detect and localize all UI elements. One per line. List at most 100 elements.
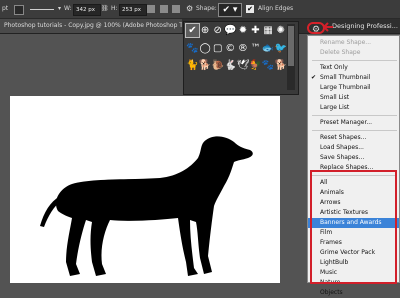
copyright-icon[interactable]: © (224, 42, 237, 55)
fish-icon[interactable]: 🐟 (262, 42, 275, 55)
scrollbar-thumb[interactable] (288, 26, 294, 66)
stroke-type-line[interactable] (30, 9, 54, 10)
bird-3-icon[interactable]: 🐓 (249, 59, 262, 72)
dog-2-icon[interactable]: 🐕 (274, 59, 287, 72)
no-symbol-icon[interactable]: ⊘ (211, 24, 224, 37)
menu-item-small-list[interactable]: Small List (308, 93, 399, 103)
menu-item-reset-shapes[interactable]: Reset Shapes... (308, 133, 399, 143)
menu-item-load-shapes[interactable]: Load Shapes... (308, 143, 399, 153)
document-tab[interactable]: Photoshop tutorials - Copy.jpg @ 100% (A… (0, 19, 182, 33)
menu-item-preset-manager[interactable]: Preset Manager... (308, 118, 399, 128)
menu-item-label: Animals (320, 189, 344, 196)
menu-item-grime-vector-pack[interactable]: Grime Vector Pack (308, 248, 399, 258)
star-burst-icon[interactable]: ✹ (236, 24, 249, 37)
menu-item-label: Banners and Awards (320, 219, 382, 226)
square-frame-icon[interactable]: ▢ (211, 42, 224, 55)
menu-item-label: Frames (320, 239, 342, 246)
trademark-icon[interactable]: ™ (249, 42, 262, 55)
menu-item-film[interactable]: Film (308, 228, 399, 238)
menu-item-text-only[interactable]: Text Only (308, 63, 399, 73)
workspace-label[interactable]: Designing Professi... (332, 19, 398, 33)
bird-icon[interactable]: 🐦 (274, 42, 287, 55)
circle-frame-icon[interactable]: ◯ (199, 42, 212, 55)
menu-item-arrows[interactable]: Arrows (308, 198, 399, 208)
menu-item-label: Music (320, 269, 338, 276)
stroke-unit[interactable]: pt (2, 4, 8, 14)
chevron-down-icon[interactable]: ▾ (58, 4, 61, 14)
menu-item-lightbulb[interactable]: LightBulb (308, 258, 399, 268)
shape-picker-menu: Rename Shape... Delete Shape Text Only ✔ Sma… (307, 35, 400, 296)
menu-item-label: Save Shapes... (320, 154, 365, 161)
path-alignment-icon[interactable] (160, 5, 168, 13)
menu-item-label: Replace Shapes... (320, 164, 374, 171)
grid-icon[interactable]: ▦ (262, 24, 275, 37)
align-edges-checkbox[interactable]: ✔ (246, 5, 254, 13)
menu-item-all[interactable]: All (308, 178, 399, 188)
star-burst-2-icon[interactable]: ✺ (274, 24, 287, 37)
shape-label: Shape: (196, 5, 217, 12)
shape-preview-button[interactable]: ✔ ▾ (218, 3, 242, 17)
menu-item-label: Objects (320, 289, 343, 296)
menu-item-label: Load Shapes... (320, 144, 364, 151)
options-bar: pt ▾ W: 342 px ⛓ H: 253 px ⚙ Shape: ✔ ▾ … (0, 0, 400, 19)
menu-item-artistic-textures[interactable]: Artistic Textures (308, 208, 399, 218)
menu-item-rename-shape: Rename Shape... (308, 38, 399, 48)
red-arrow-annotation (323, 22, 333, 32)
width-field[interactable]: 342 px (73, 4, 101, 16)
custom-shape-picker: ✔ ⊕ ⊘ 💬 ✹ ✚ ▦ ✺ 🐾 ◯ ▢ © ® ™ 🐟 🐦 🐈 🐕 🐌 🐇 🕊 🐓 🐾 🐕 (183, 21, 299, 95)
width-label: W: (64, 5, 72, 12)
menu-item-save-shapes[interactable]: Save Shapes... (308, 153, 399, 163)
checkmark-icon[interactable]: ✔ (185, 23, 200, 38)
menu-item-frames[interactable]: Frames (308, 238, 399, 248)
link-icon[interactable]: ⛓ (101, 4, 109, 14)
gear-icon[interactable]: ⚙ (186, 4, 193, 14)
menu-item-large-list[interactable]: Large List (308, 103, 399, 113)
cat-icon[interactable]: 🐈 (186, 59, 199, 72)
height-field[interactable]: 253 px (119, 4, 147, 16)
paw-print-icon[interactable]: 🐾 (186, 42, 199, 55)
menu-item-nature[interactable]: Nature (308, 278, 399, 288)
registered-icon[interactable]: ® (236, 42, 249, 55)
menu-item-label: Preset Manager... (320, 119, 373, 126)
menu-item-label: Film (320, 229, 333, 236)
menu-separator (312, 60, 397, 61)
height-label: H: (111, 5, 118, 12)
menu-separator (312, 115, 397, 116)
checkmark-icon: ✔ (311, 74, 317, 81)
menu-item-label: Small List (320, 94, 350, 101)
snail-icon[interactable]: 🐌 (211, 59, 224, 72)
menu-item-replace-shapes[interactable]: Replace Shapes... (308, 163, 399, 173)
menu-item-delete-shape: Delete Shape (308, 48, 399, 58)
path-arrangement-icon[interactable] (172, 5, 180, 13)
menu-item-label: Rename Shape... (320, 39, 372, 46)
stroke-unit-dropdown[interactable] (14, 5, 24, 15)
menu-item-label: All (320, 179, 328, 186)
menu-item-label: Arrows (320, 199, 341, 206)
menu-item-label: Small Thumbnail (320, 74, 371, 81)
menu-separator (312, 175, 397, 176)
puzzle-icon[interactable]: ✚ (249, 24, 262, 37)
menu-item-small-thumbnail[interactable]: ✔ Small Thumbnail (308, 73, 399, 83)
bird-2-icon[interactable]: 🕊 (236, 59, 250, 72)
menu-item-label: Large Thumbnail (320, 84, 371, 91)
registration-target-icon[interactable]: ⊕ (199, 24, 212, 37)
paw-print-2-icon[interactable]: 🐾 (262, 59, 275, 72)
path-operations-icon[interactable] (147, 5, 155, 13)
menu-item-label: LightBulb (320, 259, 349, 266)
document-canvas[interactable] (10, 96, 280, 283)
menu-item-label: Artistic Textures (320, 209, 369, 216)
menu-item-label: Grime Vector Pack (320, 249, 376, 256)
menu-item-label: Text Only (320, 64, 348, 71)
speech-bubble-icon[interactable]: 💬 (224, 24, 237, 37)
shape-picker-scrollbar[interactable] (287, 24, 295, 90)
menu-item-label: Delete Shape (320, 49, 361, 56)
menu-separator (312, 130, 397, 131)
dog-icon[interactable]: 🐕 (199, 59, 212, 72)
menu-item-large-thumbnail[interactable]: Large Thumbnail (308, 83, 399, 93)
menu-item-banners-and-awards[interactable]: Banners and Awards (308, 218, 399, 228)
menu-item-music[interactable]: Music (308, 268, 399, 278)
dog-silhouette (40, 136, 253, 276)
menu-item-objects[interactable]: Objects (308, 288, 399, 298)
rabbit-icon[interactable]: 🐇 (224, 59, 237, 72)
menu-item-animals[interactable]: Animals (308, 188, 399, 198)
